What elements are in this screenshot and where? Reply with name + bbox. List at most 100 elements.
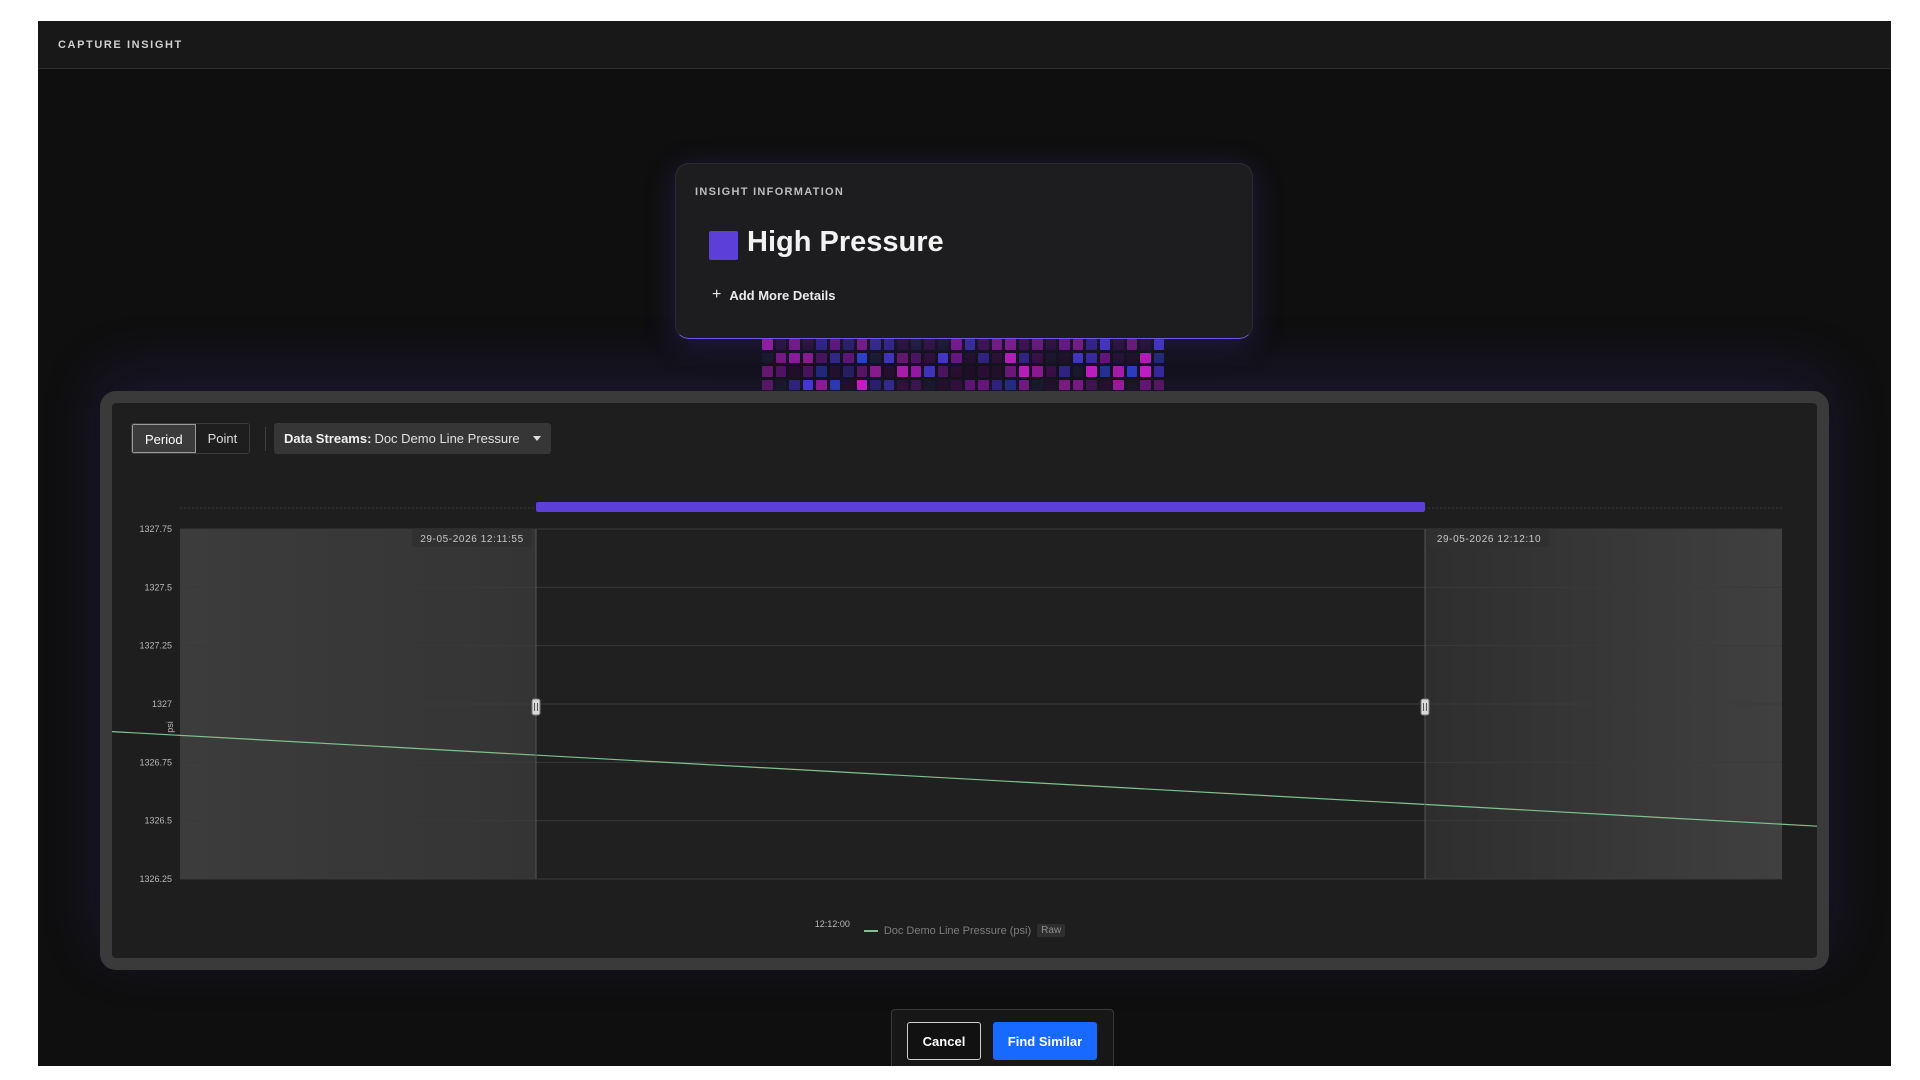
mosaic-tile [1045,379,1056,390]
mosaic-tile [910,366,921,377]
mosaic-tile [1032,379,1043,390]
app-header: CAPTURE INSIGHT [38,21,1891,69]
mosaic-tile [951,366,962,377]
mosaic-tile [1072,339,1083,350]
mosaic-tile [964,366,975,377]
mosaic-tile [775,379,786,390]
selection-end-label: 29-05-2026 12:12:10 [1437,534,1541,545]
mosaic-tile [1086,366,1097,377]
mosaic-tile [1153,379,1164,390]
mosaic-tile [1086,339,1097,350]
mosaic-tile [1113,352,1124,363]
mosaic-tile [843,339,854,350]
mosaic-tile [937,339,948,350]
mosaic-tile [897,366,908,377]
y-axis-label: psi [165,721,175,733]
mosaic-tile [1032,339,1043,350]
action-bar: Cancel Find Similar [891,1009,1114,1066]
add-more-details-button[interactable]: + Add More Details [712,287,836,303]
mosaic-tile [964,339,975,350]
mosaic-tile [951,352,962,363]
mosaic-tile [1059,352,1070,363]
y-tick-label: 1326.25 [139,874,172,884]
mosaic-tile [1018,366,1029,377]
mosaic-tile [883,352,894,363]
cancel-button[interactable]: Cancel [907,1022,981,1060]
mosaic-tile [789,339,800,350]
mosaic-tile [1032,352,1043,363]
mosaic-tile [856,379,867,390]
mosaic-tile [1072,352,1083,363]
mosaic-tile [1153,339,1164,350]
mosaic-tile [870,339,881,350]
legend-series-label[interactable]: Doc Demo Line Pressure (psi) [884,925,1031,937]
page-title: CAPTURE INSIGHT [58,39,183,51]
mosaic-tile [843,366,854,377]
mosaic-tile [1059,366,1070,377]
y-tick-label: 1327 [152,699,172,709]
mosaic-tile [870,366,881,377]
mosaic-tile [991,366,1002,377]
insight-heading: INSIGHT INFORMATION [695,186,845,198]
mosaic-tile [789,366,800,377]
mosaic-tile [856,339,867,350]
insight-color-swatch[interactable] [709,231,738,260]
mosaic-tile [829,366,840,377]
mosaic-tile [897,339,908,350]
mosaic-tile [856,352,867,363]
y-tick-label: 1327.5 [144,582,172,592]
selection-start-label: 29-05-2026 12:11:55 [420,534,524,545]
mosaic-tile [1018,379,1029,390]
mosaic-tile [924,339,935,350]
mosaic-tile [802,339,813,350]
find-similar-button[interactable]: Find Similar [993,1022,1097,1060]
mosaic-tile [964,352,975,363]
mosaic-tile [978,379,989,390]
selection-bar [536,502,1425,512]
insight-name[interactable]: High Pressure [747,226,944,259]
mosaic-tile [937,366,948,377]
mosaic-tile [775,352,786,363]
decorative-pixel-mosaic [762,339,1167,390]
drag-handle-start[interactable] [531,698,541,716]
mosaic-tile [1153,366,1164,377]
mosaic-tile [829,339,840,350]
y-tick-label: 1327.75 [139,524,172,534]
mosaic-tile [883,366,894,377]
y-tick-label: 1326.75 [139,757,172,767]
mosaic-tile [1018,352,1029,363]
mosaic-tile [1099,379,1110,390]
chart-container: Period Point Data Streams: Doc Demo Line… [112,403,1817,958]
mosaic-tile [1140,366,1151,377]
mosaic-tile [978,339,989,350]
mosaic-tile [816,339,827,350]
mosaic-tile [789,352,800,363]
plus-icon: + [712,286,722,303]
mosaic-tile [1059,339,1070,350]
mosaic-tile [937,379,948,390]
mosaic-tile [762,379,773,390]
mosaic-tile [802,379,813,390]
mosaic-tile [843,352,854,363]
drag-handle-end[interactable] [1420,698,1430,716]
mosaic-tile [1045,352,1056,363]
mosaic-tile [1086,379,1097,390]
mosaic-tile [1005,352,1016,363]
mosaic-tile [829,379,840,390]
capture-insight-window: CAPTURE INSIGHT INSIGHT INFORMATION High… [38,21,1891,1066]
mosaic-tile [829,352,840,363]
mosaic-tile [775,339,786,350]
mosaic-tile [937,352,948,363]
mosaic-tile [1113,366,1124,377]
mosaic-tile [1126,352,1137,363]
chart-legend: Doc Demo Line Pressure (psi) Raw [112,924,1817,937]
mosaic-tile [1126,379,1137,390]
mosaic-tile [910,379,921,390]
mosaic-tile [802,352,813,363]
insight-information-card: INSIGHT INFORMATION High Pressure + Add … [675,163,1253,339]
mosaic-tile [1045,366,1056,377]
mosaic-tile [816,366,827,377]
mosaic-tile [1099,366,1110,377]
mosaic-tile [870,352,881,363]
mosaic-tile [1045,339,1056,350]
